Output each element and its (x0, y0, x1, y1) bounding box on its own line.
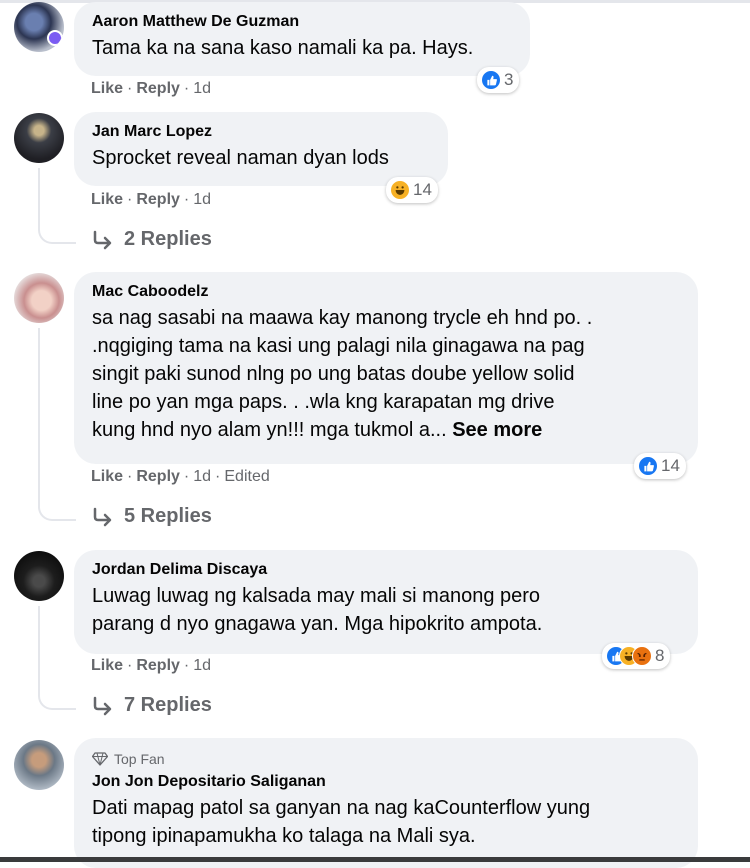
separator: · (183, 191, 190, 208)
avatar[interactable] (14, 551, 64, 601)
comment-text-line: Luwag luwag ng kalsada may mali si manon… (92, 585, 541, 607)
see-more-link[interactable]: See more (452, 419, 542, 441)
like-button[interactable]: Like (91, 468, 123, 486)
like-reaction-icon (481, 70, 501, 90)
reply-button[interactable]: Reply (136, 191, 180, 209)
comment-actions: Like · Reply · 1d · Edited (91, 468, 270, 486)
profile-badge-icon (47, 30, 63, 46)
comment-actions: Like · Reply · 1d (91, 191, 211, 209)
avatar[interactable] (14, 740, 64, 790)
edited-label[interactable]: Edited (224, 468, 269, 486)
view-replies-button[interactable]: 7 Replies (92, 694, 212, 717)
reply-arrow-icon (93, 696, 112, 715)
comment-text-line: .nqgiging tama na kasi ung palagi nila g… (92, 335, 585, 357)
comment-text-line: singit paki sunod nlng po ung batas doub… (92, 363, 575, 385)
reply-button[interactable]: Reply (136, 468, 180, 486)
reaction-count: 14 (413, 180, 432, 199)
top-fan-label: Top Fan (114, 751, 165, 767)
bottom-scrollbar-edge (0, 857, 750, 862)
thread-connector (38, 606, 76, 710)
comment-text-line: Dati mapag patol sa ganyan na nag kaCoun… (92, 797, 591, 819)
reply-button[interactable]: Reply (136, 80, 180, 98)
view-replies-button[interactable]: 2 Replies (92, 228, 212, 251)
comment-bubble: Jan Marc Lopez Sprocket reveal naman dya… (74, 112, 448, 186)
comment-text-line: parang d nyo gnagawa yan. Mga hipokrito … (92, 613, 543, 635)
timestamp[interactable]: 1d (193, 191, 211, 209)
timestamp[interactable]: 1d (193, 468, 211, 486)
comment-text-line: line po yan mga paps. . .wla kng karapat… (92, 391, 555, 413)
separator: · (183, 657, 190, 674)
top-fan-diamond-icon (92, 752, 108, 766)
comment-actions: Like · Reply · 1d (91, 657, 211, 675)
reaction-summary[interactable]: 14 (386, 177, 438, 203)
comment-text-line: kung hnd nyo alam yn!!! mga tukmol a... (92, 419, 447, 441)
reply-button[interactable]: Reply (136, 657, 180, 675)
comment-author[interactable]: Aaron Matthew De Guzman (92, 12, 512, 32)
separator: · (215, 468, 221, 485)
reaction-summary[interactable]: 3 (477, 67, 520, 93)
avatar[interactable] (14, 113, 64, 163)
comment-actions: Like · Reply · 1d (91, 80, 211, 98)
reply-arrow-icon (93, 507, 112, 526)
like-button[interactable]: Like (91, 191, 123, 209)
replies-count-label: 5 Replies (124, 505, 212, 527)
comment-bubble: Top Fan Jon Jon Depositario Saliganan Da… (74, 738, 698, 868)
comment-text: Sprocket reveal naman dyan lods (92, 147, 389, 169)
reaction-summary[interactable]: 14 (634, 453, 686, 479)
haha-reaction-icon (390, 180, 410, 200)
comment-text-line: sa nag sasabi na maawa kay manong trycle… (92, 307, 593, 329)
timestamp[interactable]: 1d (193, 80, 211, 98)
like-button[interactable]: Like (91, 657, 123, 675)
reaction-count: 14 (661, 456, 680, 475)
comment-author[interactable]: Jon Jon Depositario Saliganan (92, 772, 680, 792)
comment-text: Tama ka na sana kaso namali ka pa. Hays. (92, 37, 474, 59)
comment-author[interactable]: Jordan Delima Discaya (92, 560, 680, 580)
replies-count-label: 7 Replies (124, 694, 212, 716)
reaction-count: 3 (504, 70, 514, 89)
comment-author[interactable]: Mac Caboodelz (92, 282, 680, 302)
angry-reaction-icon (632, 646, 652, 666)
separator: · (183, 80, 190, 97)
comment-bubble: Aaron Matthew De Guzman Tama ka na sana … (74, 2, 530, 76)
separator: · (183, 468, 190, 485)
separator: · (127, 80, 133, 97)
like-reaction-icon (638, 456, 658, 476)
separator: · (127, 468, 133, 485)
top-fan-badge: Top Fan (92, 750, 680, 768)
view-replies-button[interactable]: 5 Replies (92, 505, 212, 528)
separator: · (127, 657, 133, 674)
comment-bubble: Jordan Delima Discaya Luwag luwag ng kal… (74, 550, 698, 654)
thread-connector (38, 168, 76, 244)
separator: · (127, 191, 133, 208)
reply-arrow-icon (93, 230, 112, 249)
comment-author[interactable]: Jan Marc Lopez (92, 122, 430, 142)
replies-count-label: 2 Replies (124, 228, 212, 250)
thread-connector (38, 328, 76, 521)
comment-bubble: Mac Caboodelz sa nag sasabi na maawa kay… (74, 272, 698, 464)
avatar[interactable] (14, 2, 64, 52)
reaction-count: 8 (655, 646, 665, 665)
timestamp[interactable]: 1d (193, 657, 211, 675)
like-button[interactable]: Like (91, 80, 123, 98)
reaction-summary[interactable]: 8 (602, 643, 671, 669)
comment-text-line: tipong ipinapamukha ko talaga na Mali sy… (92, 825, 476, 847)
avatar[interactable] (14, 273, 64, 323)
